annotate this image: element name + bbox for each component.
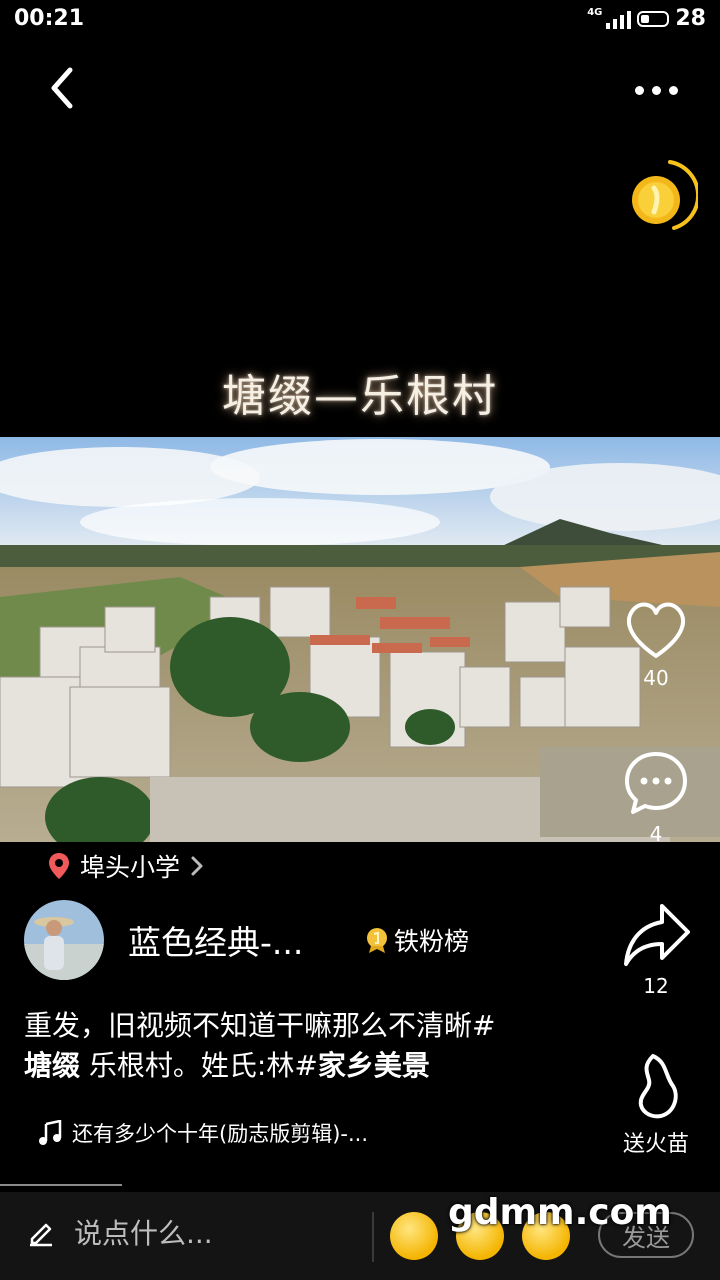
comment-placeholder: 说点什么... xyxy=(74,1217,213,1250)
coin-icon xyxy=(632,160,701,230)
back-icon xyxy=(51,67,73,109)
share-icon xyxy=(624,904,690,966)
back-button[interactable] xyxy=(40,60,90,116)
more-icon xyxy=(634,85,644,95)
pencil-icon xyxy=(30,1223,52,1247)
comment-icon xyxy=(625,752,687,814)
send-fire-label: 送火苗 xyxy=(622,1132,689,1157)
network-type: 4G xyxy=(587,7,603,18)
video-player[interactable] xyxy=(0,437,720,842)
video-caption: 重发，旧视频不知道干嘛那么不清晰# 塘缀 乐根村。姓氏:林#家乡美景 xyxy=(24,1006,584,1086)
battery-icon xyxy=(637,10,670,27)
chevron-right-icon xyxy=(191,856,203,876)
music-info[interactable]: 还有多少个十年(励志版剪辑)-... xyxy=(38,1118,368,1148)
location-tag[interactable]: 埠头小学 xyxy=(48,848,204,884)
emoji-smile-icon[interactable] xyxy=(390,1212,438,1260)
fan-ranking-badge[interactable]: 铁粉榜 xyxy=(364,922,469,958)
music-note-icon xyxy=(39,1120,62,1145)
video-title-overlay: 塘缀—乐根村 xyxy=(222,371,498,422)
status-bar: 00:21 4G 28 xyxy=(0,0,720,40)
music-title: 还有多少个十年(励志版剪辑)-... xyxy=(72,1122,368,1146)
status-indicators: 4G 28 xyxy=(587,6,706,31)
fire-icon xyxy=(638,1054,678,1119)
divider xyxy=(372,1212,374,1262)
location-name: 埠头小学 xyxy=(80,853,181,882)
status-time: 00:21 xyxy=(14,6,85,31)
battery-level: 28 xyxy=(675,6,706,31)
share-count: 12 xyxy=(643,974,669,998)
watermark: gdmm.com xyxy=(448,1192,672,1233)
comment-count: 4 xyxy=(649,822,663,846)
heart-icon xyxy=(626,602,686,658)
more-button[interactable] xyxy=(626,70,686,110)
trophy-icon xyxy=(367,928,387,953)
comment-input[interactable]: 说点什么... xyxy=(26,1212,213,1252)
comment-button[interactable]: 4 xyxy=(616,748,696,846)
like-count: 40 xyxy=(643,666,669,690)
share-button[interactable]: 12 xyxy=(610,900,702,998)
avatar-image xyxy=(24,900,104,980)
video-progress-bar[interactable] xyxy=(0,1184,122,1186)
hashtag-link[interactable]: 塘缀 xyxy=(24,1049,80,1082)
like-button[interactable]: 40 xyxy=(616,598,696,690)
location-pin-icon xyxy=(49,853,69,879)
caption-text: 重发，旧视频不知道干嘛那么不清晰# xyxy=(24,1009,496,1042)
signal-icon xyxy=(606,9,632,29)
hashtag-link[interactable]: 家乡美景 xyxy=(318,1049,430,1082)
coin-reward-button[interactable] xyxy=(630,158,701,234)
author-name[interactable]: 蓝色经典-... xyxy=(128,916,303,964)
fan-ranking-label: 铁粉榜 xyxy=(394,927,470,956)
caption-text-mid: 乐根村。姓氏:林# xyxy=(80,1049,318,1082)
author-avatar[interactable] xyxy=(24,900,104,980)
send-fire-button[interactable]: 送火苗 xyxy=(606,1052,706,1158)
